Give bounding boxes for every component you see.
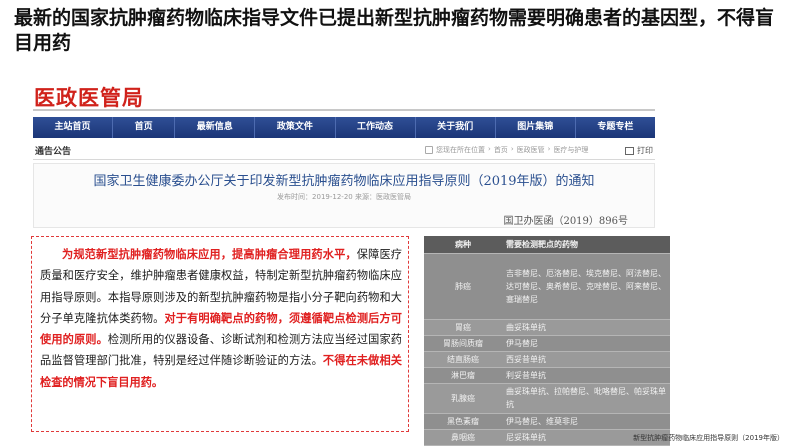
section-label: 通告公告: [35, 147, 72, 157]
guideline-excerpt: 为规范新型抗肿瘤药物临床应用，提高肿瘤合理用药水平，保障医疗质量和医疗安全，维护…: [31, 236, 409, 432]
print-label: 打印: [637, 146, 653, 155]
nav-item-main-home[interactable]: 主站首页: [33, 117, 114, 138]
table-row: 结直肠癌 西妥昔单抗: [424, 351, 670, 368]
breadcrumb-item: 您现在所在位置: [436, 146, 485, 154]
table-row: 黑色素瘤 伊马替尼、维莫非尼: [424, 413, 670, 430]
drugs-cell: 曲妥珠单抗: [502, 319, 670, 336]
printer-icon: [625, 146, 634, 155]
breadcrumb-item[interactable]: 首页: [494, 145, 508, 155]
section-header: 通告公告 您现在所在位置 › 首页 › 医政医管 › 医疗与护理 打印: [33, 141, 655, 160]
nav-item-about[interactable]: 关于我们: [416, 117, 496, 138]
disease-cell: 胃癌: [424, 319, 502, 336]
drugs-cell: 曲妥珠单抗、拉帕替尼、吡咯替尼、帕妥珠单抗: [502, 383, 670, 414]
disease-cell: 结直肠癌: [424, 351, 502, 368]
disease-cell: 乳腺癌: [424, 383, 502, 414]
drugs-cell: 西妥昔单抗: [502, 351, 670, 368]
drugs-cell: 吉非替尼、厄洛替尼、埃克替尼、阿法替尼、达可替尼、奥希替尼、克唑替尼、阿来替尼、…: [502, 253, 670, 320]
table-header-row: 病种 需要检测靶点的药物: [424, 236, 670, 254]
notice-meta: 发布时间：2019-12-20 来源：医政医管局: [277, 193, 411, 201]
disease-cell: 肺癌: [424, 253, 502, 320]
disease-cell: 淋巴瘤: [424, 367, 502, 384]
table-row: 乳腺癌 曲妥珠单抗、拉帕替尼、吡咯替尼、帕妥珠单抗: [424, 383, 670, 414]
nav-item-topics[interactable]: 专题专栏: [576, 117, 655, 138]
disease-cell: 胃肠间质瘤: [424, 335, 502, 352]
main-nav: 主站首页 首页 最新信息 政策文件 工作动态 关于我们 图片集锦 专题专栏: [33, 117, 655, 138]
location-icon: [425, 146, 433, 154]
nav-item-home[interactable]: 首页: [113, 117, 176, 138]
disease-cell: 黑色素瘤: [424, 413, 502, 430]
document-number: 国卫办医函（2019）896号: [503, 216, 628, 227]
breadcrumb-item[interactable]: 医政医管: [517, 145, 545, 155]
header-divider: [33, 109, 655, 111]
column-header-drugs: 需要检测靶点的药物: [502, 236, 670, 254]
breadcrumb: 您现在所在位置 › 首页 › 医政医管 › 医疗与护理: [425, 145, 588, 155]
target-drug-table: 病种 需要检测靶点的药物 肺癌 吉非替尼、厄洛替尼、埃克替尼、阿法替尼、达可替尼…: [424, 236, 670, 447]
nav-item-work-news[interactable]: 工作动态: [336, 117, 416, 138]
drugs-cell: 伊马替尼、维莫非尼: [502, 413, 670, 430]
site-logo[interactable]: 医政医管局: [34, 82, 144, 112]
nav-item-latest[interactable]: 最新信息: [175, 117, 256, 138]
source-note: 新型抗肿瘤药物临床应用指导原则（2019年版）: [633, 434, 784, 442]
nav-item-policy[interactable]: 政策文件: [255, 117, 336, 138]
print-button[interactable]: 打印: [625, 145, 653, 156]
table-row: 胃肠间质瘤 伊马替尼: [424, 335, 670, 352]
breadcrumb-item[interactable]: 医疗与护理: [553, 145, 588, 155]
notice-title: 国家卫生健康委办公厅关于印发新型抗肿瘤药物临床应用指导原则（2019年版）的通知: [93, 174, 595, 189]
drugs-cell: 利妥昔单抗: [502, 367, 670, 384]
nav-item-gallery[interactable]: 图片集锦: [496, 117, 576, 138]
table-row: 胃癌 曲妥珠单抗: [424, 319, 670, 336]
notice-header: 国家卫生健康委办公厅关于印发新型抗肿瘤药物临床应用指导原则（2019年版）的通知…: [33, 163, 655, 228]
disease-cell: 鼻咽癌: [424, 429, 502, 447]
highlight-purpose: 为规范新型抗肿瘤药物临床应用，提高肿瘤合理用药水平，: [62, 248, 357, 261]
table-row: 肺癌 吉非替尼、厄洛替尼、埃克替尼、阿法替尼、达可替尼、奥希替尼、克唑替尼、阿来…: [424, 253, 670, 320]
drugs-cell: 伊马替尼: [502, 335, 670, 352]
table-row: 淋巴瘤 利妥昔单抗: [424, 367, 670, 384]
column-header-disease: 病种: [424, 236, 502, 254]
slide-title: 最新的国家抗肿瘤药物临床指导文件已提出新型抗肿瘤药物需要明确患者的基因型，不得盲…: [14, 7, 775, 54]
